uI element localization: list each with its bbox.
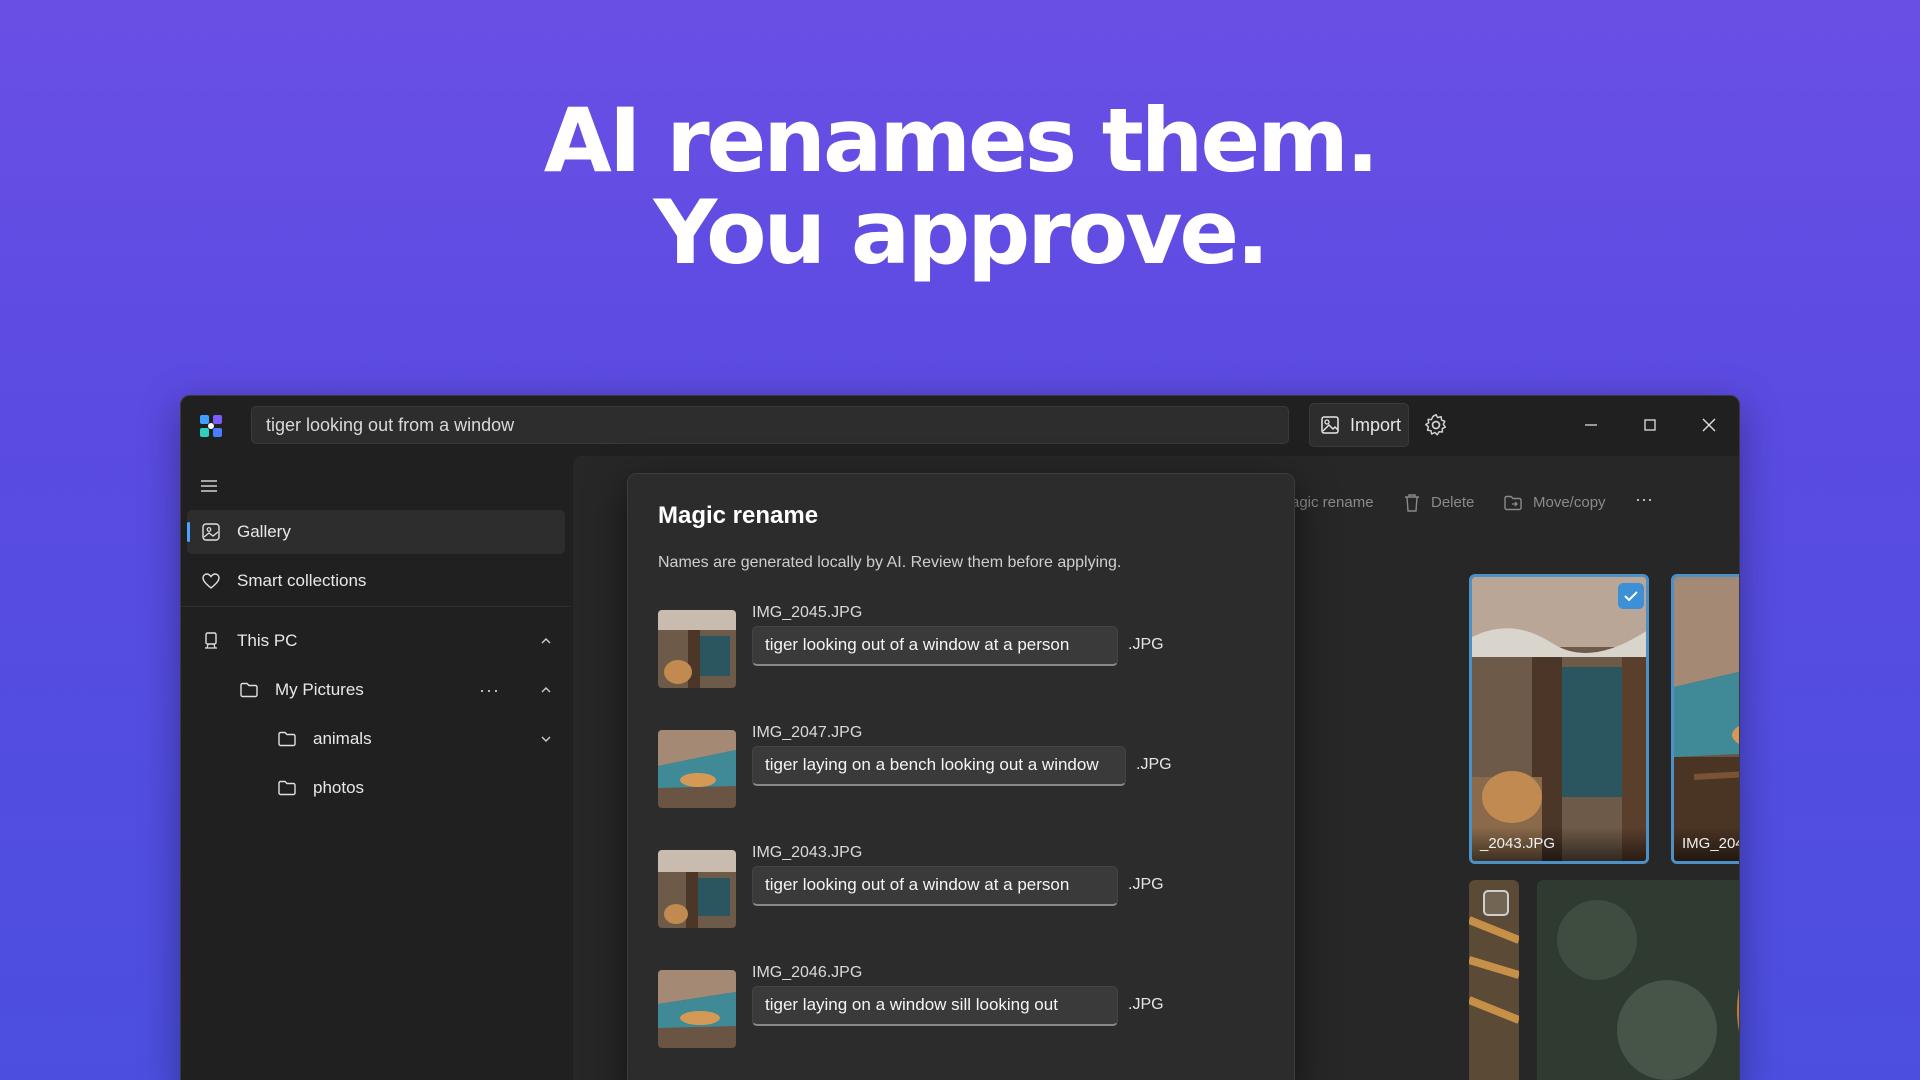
app-window: tiger looking out from a window Import G… xyxy=(180,395,1740,1080)
import-button[interactable]: Import xyxy=(1309,403,1409,447)
delete-label: Delete xyxy=(1431,494,1475,511)
row-thumbnail xyxy=(658,970,736,1048)
file-extension: .JPG xyxy=(1128,636,1164,653)
sidebar-item-animals[interactable]: animals xyxy=(187,717,565,761)
gallery-tile[interactable] xyxy=(1537,880,1739,1080)
magic-rename-button[interactable]: agic rename xyxy=(1291,492,1374,514)
chevron-up-icon[interactable] xyxy=(539,683,553,697)
sidebar: Gallery Smart collections This PC My Pic… xyxy=(181,456,571,1080)
gallery-tile[interactable] xyxy=(1469,880,1519,1080)
computer-icon xyxy=(205,632,217,649)
row-thumbnail xyxy=(658,850,736,928)
photo-tiger-face xyxy=(1537,880,1739,1080)
chevron-up-icon[interactable] xyxy=(539,634,553,648)
row-thumbnail xyxy=(658,610,736,688)
original-filename: IMG_2047.JPG xyxy=(752,724,863,741)
sidebar-item-label: Smart collections xyxy=(237,571,367,590)
tile-caption: IMG_2046.JPG xyxy=(1674,827,1739,861)
sidebar-item-my-pictures[interactable]: My Pictures ··· xyxy=(187,668,565,712)
import-label: Import xyxy=(1350,415,1402,435)
rename-row: IMG_2045.JPG tiger looking out of a wind… xyxy=(658,604,1278,688)
search-input[interactable]: tiger looking out from a window xyxy=(251,406,1289,444)
file-extension: .JPG xyxy=(1136,756,1172,773)
gallery-icon xyxy=(202,523,220,541)
hero-line-1: AI renames them. xyxy=(543,89,1380,192)
hero-line-2: You approve. xyxy=(653,181,1269,284)
folder-icon xyxy=(278,731,296,747)
settings-gear-icon[interactable] xyxy=(1423,412,1449,438)
magic-rename-label: agic rename xyxy=(1291,494,1374,511)
sidebar-item-gallery[interactable]: Gallery xyxy=(187,510,565,554)
move-copy-label: Move/copy xyxy=(1533,494,1606,511)
folder-move-icon xyxy=(1504,495,1522,511)
tile-caption: _2043.JPG xyxy=(1472,827,1646,861)
magic-rename-dialog: Magic rename Names are generated locally… xyxy=(627,473,1295,1080)
checkmark-icon xyxy=(1624,591,1638,602)
import-photo-icon xyxy=(1321,416,1339,434)
folder-icon xyxy=(278,780,296,796)
original-filename: IMG_2043.JPG xyxy=(752,844,863,861)
file-extension: .JPG xyxy=(1128,996,1164,1013)
rename-row: IMG_2047.JPG tiger laying on a bench loo… xyxy=(658,724,1278,808)
sidebar-divider xyxy=(181,606,571,607)
folder-icon xyxy=(240,682,258,698)
hero-headline: AI renames them. You approve. xyxy=(0,95,1920,279)
sidebar-item-label: This PC xyxy=(237,631,298,650)
more-options-button[interactable]: ··· xyxy=(479,668,500,712)
rename-row: IMG_2043.JPG tiger looking out of a wind… xyxy=(658,844,1278,928)
rename-input[interactable]: tiger laying on a window sill looking ou… xyxy=(752,986,1118,1026)
title-bar: tiger looking out from a window Import xyxy=(181,396,1739,456)
rename-input[interactable]: tiger looking out of a window at a perso… xyxy=(752,866,1118,906)
sidebar-item-this-pc[interactable]: This PC xyxy=(187,619,565,663)
sidebar-item-label: My Pictures xyxy=(275,680,364,699)
checkbox-checked[interactable] xyxy=(1618,583,1644,609)
app-logo-icon xyxy=(200,415,222,437)
chevron-down-icon[interactable] xyxy=(539,732,553,746)
sidebar-item-photos[interactable]: photos xyxy=(187,766,565,810)
sidebar-item-label: Gallery xyxy=(237,522,291,541)
hamburger-menu-icon[interactable] xyxy=(199,476,219,496)
gallery-tile[interactable]: _2043.JPG xyxy=(1469,574,1649,864)
row-thumbnail xyxy=(658,730,736,808)
gallery-tile[interactable]: IMG_2046.JPG xyxy=(1671,574,1739,864)
rename-row: IMG_2046.JPG tiger laying on a window si… xyxy=(658,964,1278,1048)
original-filename: IMG_2045.JPG xyxy=(752,604,863,621)
rename-input[interactable]: tiger laying on a bench looking out a wi… xyxy=(752,746,1126,786)
dialog-title: Magic rename xyxy=(658,502,819,529)
photo-tiger-bench xyxy=(1674,577,1739,861)
dialog-description: Names are generated locally by AI. Revie… xyxy=(658,554,1122,571)
sidebar-item-label: animals xyxy=(313,729,372,748)
active-indicator xyxy=(187,522,190,542)
sidebar-item-smart-collections[interactable]: Smart collections xyxy=(187,559,565,603)
rename-input[interactable]: tiger looking out of a window at a perso… xyxy=(752,626,1118,666)
minimize-icon[interactable] xyxy=(1576,410,1606,440)
photo-tiger-window xyxy=(1472,577,1646,861)
trash-icon xyxy=(1405,494,1419,512)
close-icon[interactable] xyxy=(1694,410,1724,440)
maximize-icon[interactable] xyxy=(1635,410,1665,440)
move-copy-button[interactable]: Move/copy xyxy=(1503,492,1606,514)
original-filename: IMG_2046.JPG xyxy=(752,964,863,981)
sidebar-item-label: photos xyxy=(313,778,365,797)
checkbox-unchecked[interactable] xyxy=(1483,890,1509,916)
more-actions-button[interactable]: ··· xyxy=(1635,488,1653,510)
delete-button[interactable]: Delete xyxy=(1403,492,1474,514)
file-extension: .JPG xyxy=(1128,876,1164,893)
heart-icon xyxy=(202,573,220,589)
